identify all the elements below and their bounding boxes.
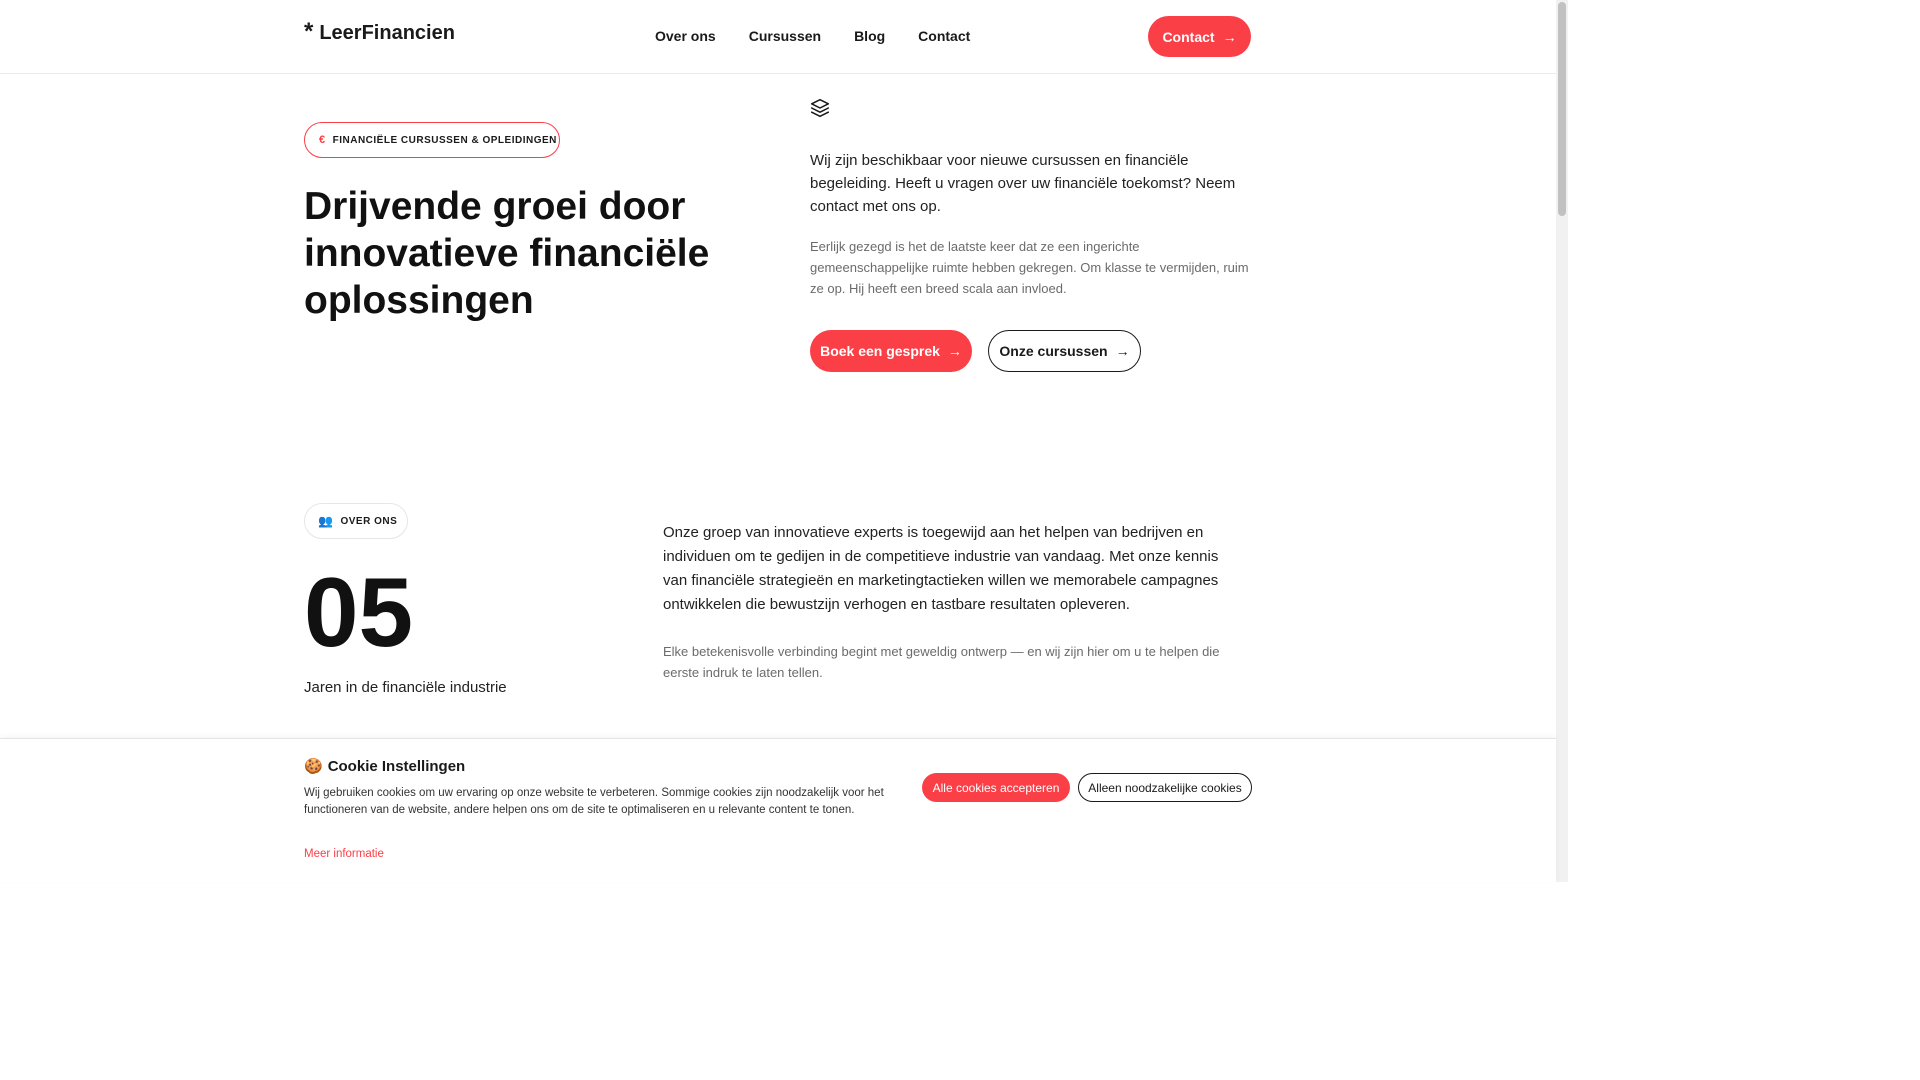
- logo-text: LeerFinancien: [319, 22, 455, 44]
- scrollbar[interactable]: [1556, 0, 1568, 882]
- hero-title: Drijvende groei door innovatieve financi…: [304, 185, 710, 322]
- necessary-cookies-button[interactable]: Alleen noodzakelijke cookies: [1078, 773, 1252, 802]
- cookie-title-text: Cookie Instellingen: [327, 757, 466, 775]
- years-label: Jaren in de financiële industrie: [304, 679, 507, 696]
- people-icon: 👥: [318, 514, 334, 528]
- header-contact-button[interactable]: Contact →: [1148, 16, 1251, 57]
- cookie-text: Wij gebruiken cookies om uw ervaring op …: [304, 787, 884, 816]
- hero-sub: Eerlijk gezegd is het de laatste keer da…: [810, 239, 1249, 296]
- site-header: * LeerFinancien Over ons Cursussen Blog …: [0, 0, 1556, 74]
- accept-all-cookies-button[interactable]: Alle cookies accepteren: [922, 773, 1070, 802]
- about-badge: 👥 OVER ONS: [304, 503, 408, 539]
- cookie-title: 🍪 Cookie Instellingen: [304, 757, 466, 776]
- arrow-right-icon: →: [1115, 343, 1130, 359]
- about-lead: Onze groep van innovatieve experts is to…: [663, 524, 1219, 613]
- hero-lead: Wij zijn beschikbaar voor nieuwe cursuss…: [810, 152, 1236, 215]
- nav-item-over-ons[interactable]: Over ons: [655, 28, 716, 44]
- courses-label: Onze cursussen: [999, 343, 1108, 359]
- book-call-label: Boek een gesprek: [820, 343, 940, 359]
- scrollbar-thumb[interactable]: [1558, 2, 1566, 216]
- nav-item-contact[interactable]: Contact: [918, 28, 970, 44]
- logo[interactable]: * LeerFinancien: [304, 18, 455, 45]
- header-contact-label: Contact: [1162, 28, 1215, 45]
- cookie-icon: 🍪: [304, 758, 323, 775]
- book-call-button[interactable]: Boek een gesprek →: [810, 330, 972, 372]
- nav-item-cursussen[interactable]: Cursussen: [749, 28, 821, 44]
- layers-icon: [810, 98, 830, 118]
- cookie-banner: 🍪 Cookie Instellingen Wij gebruiken cook…: [0, 738, 1556, 882]
- arrow-right-icon: →: [1222, 28, 1237, 45]
- arrow-right-icon: →: [947, 343, 962, 359]
- logo-mark: *: [304, 18, 314, 45]
- years-number: 05: [304, 557, 414, 667]
- about-sub: Elke betekenisvolle verbinding begint me…: [663, 644, 1220, 680]
- cookie-more-info-link[interactable]: Meer informatie: [304, 848, 384, 860]
- euro-icon: €: [319, 134, 326, 146]
- nav-item-blog[interactable]: Blog: [854, 28, 885, 44]
- courses-button[interactable]: Onze cursussen →: [988, 330, 1141, 372]
- hero-badge-label: FINANCIËLE CURSUSSEN & OPLEIDINGEN: [332, 134, 557, 146]
- hero-badge: € FINANCIËLE CURSUSSEN & OPLEIDINGEN: [304, 122, 560, 158]
- about-badge-label: OVER ONS: [340, 515, 398, 527]
- main-nav: Over ons Cursussen Blog Contact: [655, 28, 1003, 44]
